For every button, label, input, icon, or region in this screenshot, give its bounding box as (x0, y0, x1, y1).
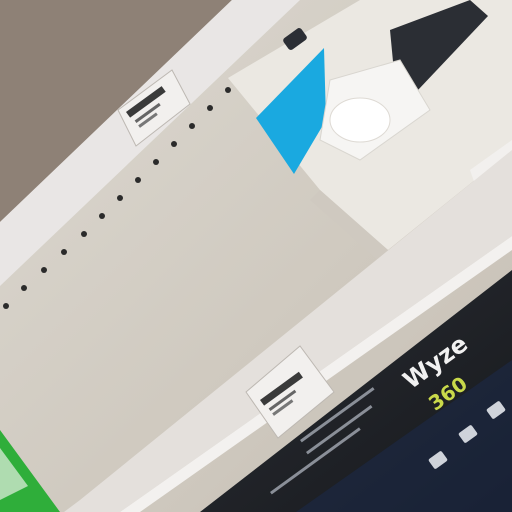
store-shelf-photo: Wyze 360 (0, 0, 512, 512)
shelf-scene (0, 0, 512, 512)
